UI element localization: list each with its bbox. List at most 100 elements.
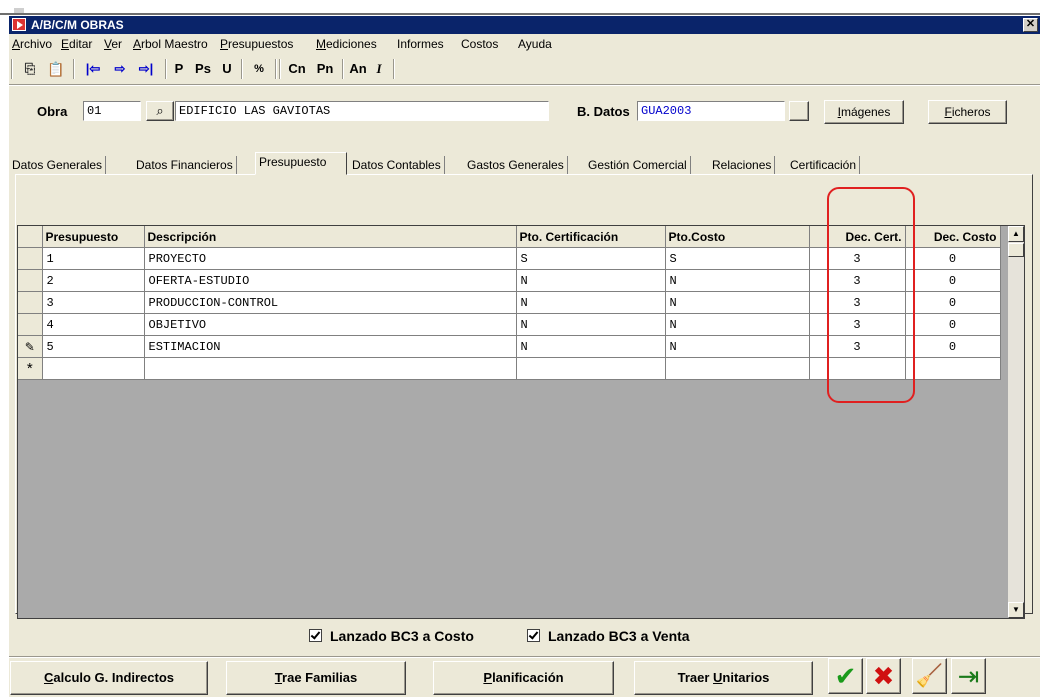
calculo-indirectos-button[interactable]: Calculo G. Indirectos bbox=[10, 661, 208, 695]
binoculars-icon[interactable]: ⌕ bbox=[146, 101, 174, 121]
col-header-pto-certificacion[interactable]: Pto. Certificación bbox=[516, 226, 666, 248]
planificacion-button[interactable]: Planificación bbox=[433, 661, 614, 695]
p-button[interactable]: P bbox=[171, 59, 187, 79]
tab-relaciones[interactable]: Relaciones bbox=[709, 156, 776, 175]
cell-dec-cert[interactable]: 3 bbox=[809, 269, 906, 292]
cancel-x-icon[interactable]: ✖ bbox=[866, 658, 901, 694]
cn-button[interactable]: Cn bbox=[285, 59, 309, 79]
table-row[interactable]: 1 PROYECTO S S 3 0 bbox=[18, 247, 1001, 270]
col-header-dec-costo[interactable]: Dec. Costo bbox=[905, 226, 1001, 248]
cell-pto-cert[interactable]: N bbox=[516, 313, 666, 336]
cell-descripcion[interactable]: ESTIMACION bbox=[144, 335, 517, 358]
menu-archivo[interactable]: Archivo bbox=[12, 37, 52, 51]
row-selector[interactable] bbox=[18, 247, 43, 270]
cell-presupuesto[interactable]: 3 bbox=[42, 291, 145, 314]
tab-gestion-comercial[interactable]: Gestión Comercial bbox=[585, 156, 691, 175]
tab-gastos-generales[interactable]: Gastos Generales bbox=[464, 156, 568, 175]
percent-button[interactable]: % bbox=[249, 59, 269, 79]
cell-dec-cert[interactable]: 3 bbox=[809, 247, 906, 270]
cell-pto-costo[interactable]: N bbox=[665, 335, 810, 358]
table-row[interactable]: 4 OBJETIVO N N 3 0 bbox=[18, 313, 1001, 336]
cell-dec-cert[interactable]: 3 bbox=[809, 335, 906, 358]
tab-certificacion[interactable]: Certificación bbox=[787, 156, 861, 175]
first-record-icon[interactable]: |⇦ bbox=[79, 59, 107, 79]
accept-check-icon[interactable]: ✔ bbox=[828, 658, 863, 694]
scroll-up-icon[interactable]: ▲ bbox=[1008, 226, 1024, 242]
ficheros-button[interactable]: Ficheros bbox=[928, 100, 1007, 124]
imagenes-button[interactable]: Imágenes bbox=[824, 100, 904, 124]
obra-code-field[interactable]: 01 bbox=[83, 101, 141, 121]
new-row-selector[interactable]: * bbox=[18, 357, 43, 380]
col-header-pto-costo[interactable]: Pto.Costo bbox=[665, 226, 810, 248]
cell-pto-costo[interactable]: N bbox=[665, 269, 810, 292]
menu-ayuda[interactable]: Ayuda bbox=[518, 37, 552, 51]
close-button[interactable]: ✕ bbox=[1023, 18, 1038, 32]
row-selector[interactable] bbox=[18, 313, 43, 336]
lanzado-venta-checkbox[interactable]: Lanzado BC3 a Venta bbox=[527, 628, 690, 644]
menu-presupuestos[interactable]: Presupuestos bbox=[220, 37, 293, 51]
pn-button[interactable]: Pn bbox=[313, 59, 337, 79]
cell-dec-costo[interactable]: 0 bbox=[905, 247, 1001, 270]
row-selector[interactable] bbox=[18, 269, 43, 292]
tab-presupuesto[interactable]: Presupuesto bbox=[255, 152, 347, 175]
scroll-down-icon[interactable]: ▼ bbox=[1008, 602, 1024, 618]
cell-pto-cert[interactable]: N bbox=[516, 269, 666, 292]
cell-dec-costo[interactable]: 0 bbox=[905, 335, 1001, 358]
cell-dec-costo[interactable] bbox=[905, 357, 1001, 380]
tab-datos-financieros[interactable]: Datos Financieros bbox=[133, 156, 237, 175]
cell-descripcion[interactable] bbox=[144, 357, 517, 380]
broom-icon[interactable]: 🧹 bbox=[912, 658, 947, 694]
cell-descripcion[interactable]: OFERTA-ESTUDIO bbox=[144, 269, 517, 292]
menu-arbol-maestro[interactable]: Arbol Maestro bbox=[133, 37, 208, 51]
cell-presupuesto[interactable]: 2 bbox=[42, 269, 145, 292]
obra-name-field[interactable]: EDIFICIO LAS GAVIOTAS bbox=[175, 101, 549, 121]
cell-descripcion[interactable]: PROYECTO bbox=[144, 247, 517, 270]
next-record-icon[interactable]: ⇨ bbox=[109, 59, 131, 79]
cell-pto-cert[interactable]: N bbox=[516, 291, 666, 314]
italic-button[interactable]: I bbox=[372, 59, 386, 79]
cell-pto-costo[interactable]: N bbox=[665, 291, 810, 314]
cell-descripcion[interactable]: PRODUCCION-CONTROL bbox=[144, 291, 517, 314]
cell-dec-costo[interactable]: 0 bbox=[905, 313, 1001, 336]
copy-icon[interactable]: ⎘ bbox=[20, 59, 40, 79]
u-button[interactable]: U bbox=[219, 59, 235, 79]
cell-pto-cert[interactable] bbox=[516, 357, 666, 380]
cell-presupuesto[interactable] bbox=[42, 357, 145, 380]
row-selector-editing[interactable]: ✎ bbox=[18, 335, 43, 358]
cell-dec-cert[interactable] bbox=[809, 357, 906, 380]
table-row[interactable]: 2 OFERTA-ESTUDIO N N 3 0 bbox=[18, 269, 1001, 292]
lanzado-costo-checkbox[interactable]: Lanzado BC3 a Costo bbox=[309, 628, 474, 644]
bdatos-field[interactable]: GUA2003 bbox=[637, 101, 785, 121]
cell-presupuesto[interactable]: 1 bbox=[42, 247, 145, 270]
an-button[interactable]: An bbox=[347, 59, 369, 79]
cell-dec-costo[interactable]: 0 bbox=[905, 291, 1001, 314]
paste-icon[interactable]: 📋 bbox=[45, 59, 67, 79]
col-header-dec-cert[interactable]: Dec. Cert. bbox=[809, 226, 906, 248]
col-header-descripcion[interactable]: Descripción bbox=[144, 226, 517, 248]
menu-informes[interactable]: Informes bbox=[397, 37, 444, 51]
table-row[interactable]: ✎ 5 ESTIMACION N N 3 0 bbox=[18, 335, 1001, 358]
cell-presupuesto[interactable]: 5 bbox=[42, 335, 145, 358]
table-row[interactable]: 3 PRODUCCION-CONTROL N N 3 0 bbox=[18, 291, 1001, 314]
trae-familias-button[interactable]: Trae Familias bbox=[226, 661, 406, 695]
cell-dec-cert[interactable]: 3 bbox=[809, 291, 906, 314]
col-header-presupuesto[interactable]: Presupuesto bbox=[42, 226, 145, 248]
cell-pto-costo[interactable] bbox=[665, 357, 810, 380]
bdatos-picker-button[interactable] bbox=[789, 101, 809, 121]
cell-pto-costo[interactable]: S bbox=[665, 247, 810, 270]
menu-mediciones[interactable]: Mediciones bbox=[316, 37, 377, 51]
menu-ver[interactable]: Ver bbox=[104, 37, 122, 51]
scroll-thumb[interactable] bbox=[1008, 243, 1024, 257]
cell-pto-costo[interactable]: N bbox=[665, 313, 810, 336]
cell-pto-cert[interactable]: N bbox=[516, 335, 666, 358]
cell-dec-cert[interactable]: 3 bbox=[809, 313, 906, 336]
tab-datos-contables[interactable]: Datos Contables bbox=[349, 156, 445, 175]
last-record-icon[interactable]: ⇨| bbox=[132, 59, 160, 79]
ps-button[interactable]: Ps bbox=[192, 59, 214, 79]
vertical-scrollbar[interactable]: ▲ ▼ bbox=[1008, 226, 1024, 618]
row-selector[interactable] bbox=[18, 291, 43, 314]
traer-unitarios-button[interactable]: Traer Unitarios bbox=[634, 661, 813, 695]
cell-dec-costo[interactable]: 0 bbox=[905, 269, 1001, 292]
cell-descripcion[interactable]: OBJETIVO bbox=[144, 313, 517, 336]
tab-datos-generales[interactable]: Datos Generales bbox=[9, 156, 107, 175]
